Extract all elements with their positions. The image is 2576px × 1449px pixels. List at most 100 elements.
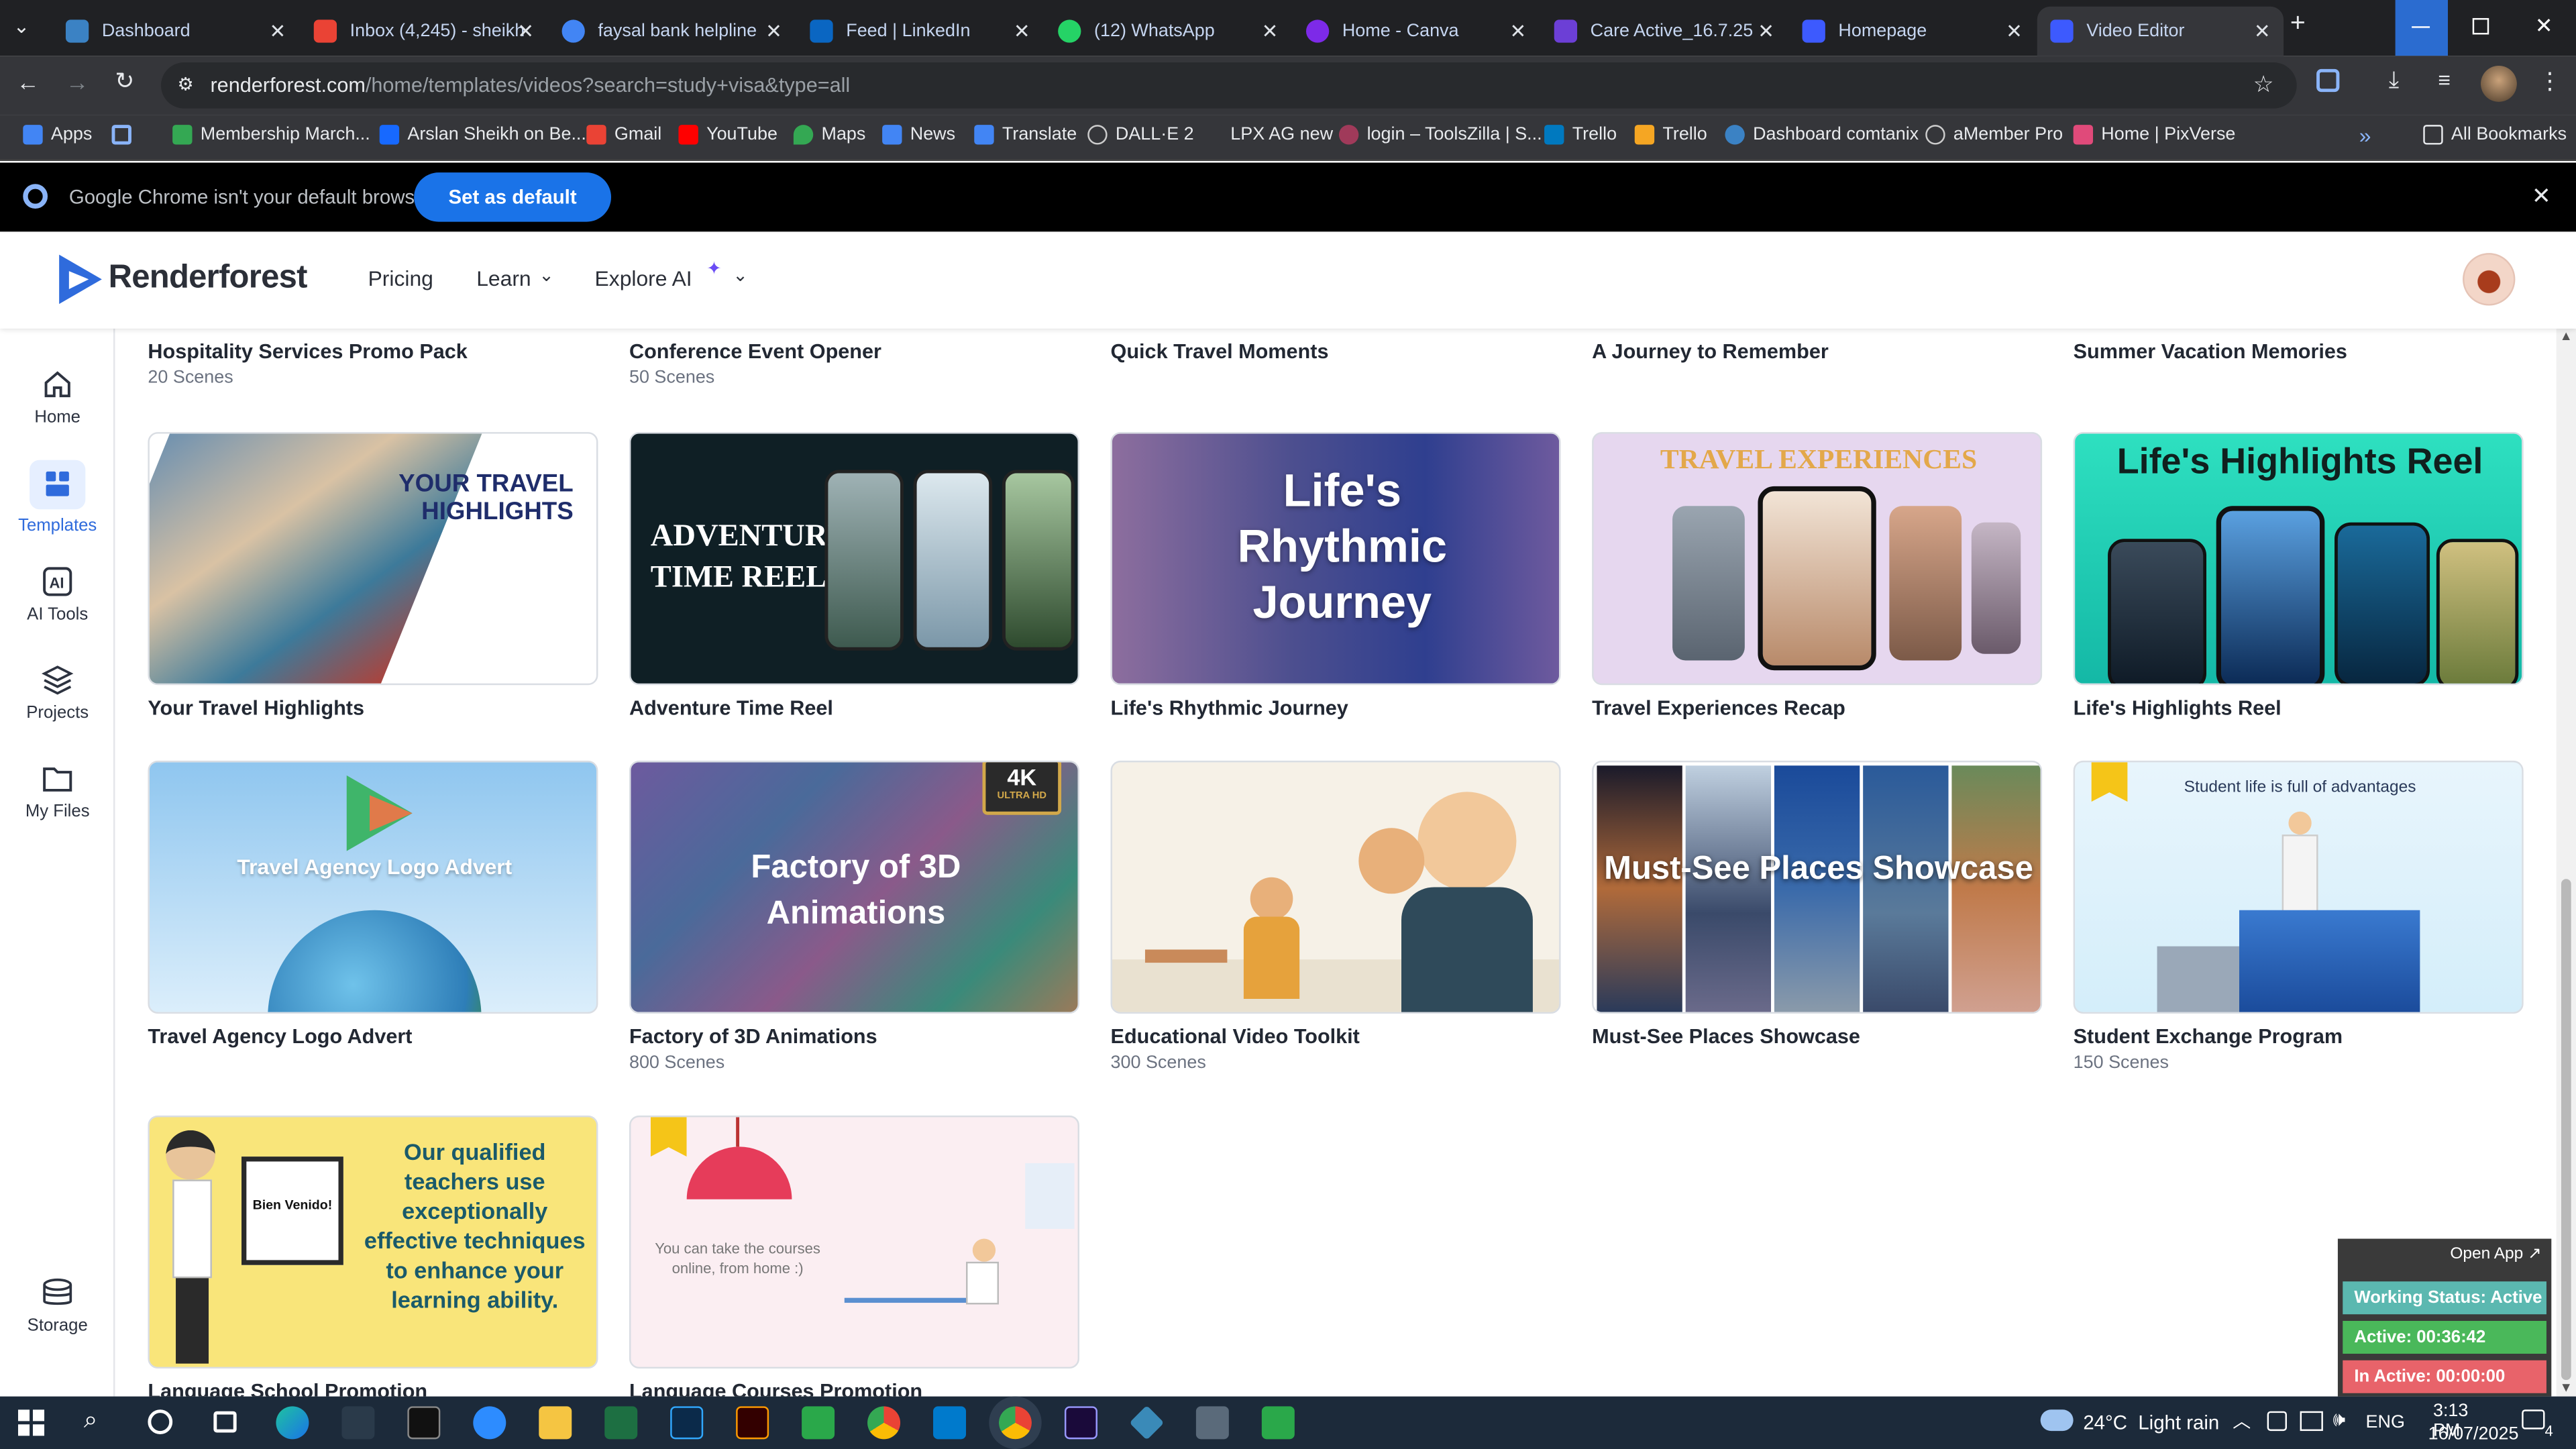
profile-avatar[interactable] [2480, 65, 2517, 102]
scroll-up-arrow-icon[interactable]: ▲ [2560, 329, 2573, 343]
tab-google[interactable]: faysal bank helpline ✕ [549, 7, 795, 56]
zoom-icon[interactable] [473, 1406, 506, 1440]
bookmark-gmail[interactable]: Gmail [586, 125, 661, 145]
close-icon[interactable]: ✕ [517, 19, 534, 42]
minimize-button[interactable] [2395, 0, 2449, 56]
nav-explore-ai[interactable]: Explore AI [595, 266, 692, 291]
bookmark-grid[interactable] [111, 125, 140, 145]
vscode-icon[interactable] [933, 1406, 967, 1440]
green-app-icon[interactable] [1261, 1406, 1295, 1440]
illustrator-icon[interactable] [736, 1406, 769, 1440]
bookmark-translate[interactable]: Translate [974, 125, 1077, 145]
volume-icon[interactable]: 🕪 [2333, 1408, 2346, 1433]
weather-cloud-icon[interactable] [2040, 1409, 2074, 1432]
scroll-down-arrow-icon[interactable]: ▼ [2560, 1380, 2573, 1395]
close-icon[interactable]: ✕ [1758, 19, 1774, 42]
green-app-icon[interactable] [802, 1406, 835, 1440]
template-title[interactable]: A Journey to Remember [1592, 340, 1829, 363]
sidebar-item-storage[interactable]: Storage [0, 1277, 115, 1336]
renderforest-logo-icon[interactable] [56, 252, 105, 307]
sidebar-item-home[interactable]: Home [0, 368, 115, 427]
close-icon[interactable]: ✕ [269, 19, 286, 42]
windows-start-icon[interactable] [17, 1409, 45, 1436]
template-title[interactable]: Language Courses Promotion [629, 1380, 922, 1396]
all-bookmarks[interactable]: All Bookmarks [2423, 125, 2567, 145]
calculator-icon[interactable] [1195, 1406, 1229, 1440]
chrome-active-icon[interactable] [989, 1396, 1042, 1449]
template-thumbnail[interactable]: Student life is full of advantages [2073, 760, 2524, 1014]
tab-whatsapp[interactable]: (12) WhatsApp ✕ [1045, 7, 1291, 56]
address-bar[interactable]: ⚙ renderforest.com/home/templates/videos… [161, 62, 2297, 109]
tab-canva[interactable]: Home - Canva ✕ [1293, 7, 1539, 56]
restore-button[interactable] [2455, 0, 2507, 56]
bookmark-youtube[interactable]: YouTube [678, 125, 777, 145]
forward-arrow-icon[interactable]: → [66, 69, 89, 95]
page-scrollbar[interactable]: ▲ ▼ [2556, 328, 2576, 1397]
template-thumbnail[interactable]: Bien Venido! Our qualified teachers use … [148, 1115, 598, 1369]
template-title[interactable]: Quick Travel Moments [1111, 340, 1329, 363]
close-window-icon[interactable]: ✕ [2535, 13, 2553, 40]
template-thumbnail[interactable]: TRAVEL EXPERIENCES [1592, 432, 2043, 686]
template-title[interactable]: Educational Video Toolkit [1111, 1025, 1360, 1048]
close-icon[interactable]: ✕ [2254, 19, 2271, 42]
pen-app-icon[interactable] [341, 1406, 375, 1440]
chrome-menu-icon[interactable]: ⋮ [2538, 67, 2561, 95]
extensions-icon[interactable] [2316, 68, 2340, 93]
close-icon[interactable]: ✕ [2006, 19, 2023, 42]
meet-icon[interactable] [2267, 1411, 2288, 1432]
close-icon[interactable]: ✕ [2532, 182, 2551, 211]
template-thumbnail[interactable]: ADVENTURE TIME REEL [629, 432, 1079, 686]
user-avatar[interactable] [2463, 253, 2516, 306]
template-thumbnail[interactable]: YOUR TRAVEL HIGHLIGHTS [148, 432, 598, 686]
language-indicator[interactable]: ENG [2366, 1413, 2405, 1432]
sidebar-item-projects[interactable]: Projects [0, 663, 115, 723]
close-icon[interactable]: ✕ [765, 19, 782, 42]
close-icon[interactable]: ✕ [1014, 19, 1030, 42]
bookmark-membership[interactable]: Membership March... [172, 125, 370, 145]
bookmark-star-icon[interactable]: ☆ [2253, 70, 2274, 99]
weather-text[interactable]: 24°C Light rain [2083, 1411, 2219, 1434]
network-icon[interactable] [2300, 1411, 2323, 1432]
bookmark-trello-1[interactable]: Trello [1544, 125, 1617, 145]
template-title[interactable]: Student Exchange Program [2074, 1025, 2343, 1048]
photoshop-icon[interactable] [670, 1406, 704, 1440]
close-icon[interactable]: ✕ [1509, 19, 1526, 42]
nav-pricing[interactable]: Pricing [368, 266, 433, 291]
tab-video-editor[interactable]: Video Editor ✕ [2037, 6, 2284, 56]
app-diamond-icon[interactable] [1129, 1405, 1165, 1440]
chrome-icon[interactable] [867, 1406, 901, 1440]
download-icon[interactable]: ⤓ [2389, 66, 2399, 94]
file-explorer-icon[interactable] [539, 1406, 572, 1440]
new-tab-plus-icon[interactable]: + [2290, 10, 2306, 40]
reload-icon[interactable]: ↻ [115, 67, 134, 95]
site-settings-icon[interactable]: ⚙ [177, 74, 193, 95]
notification-icon[interactable] [2522, 1409, 2545, 1430]
template-title[interactable]: Your Travel Highlights [148, 696, 364, 719]
task-view-icon[interactable] [213, 1411, 237, 1433]
tray-chevron-icon[interactable]: ︿ [2233, 1408, 2251, 1434]
terminal-icon[interactable] [407, 1406, 441, 1440]
template-title[interactable]: Life's Highlights Reel [2074, 696, 2282, 719]
edge-icon[interactable] [276, 1406, 309, 1440]
template-title[interactable]: Language School Promotion [148, 1380, 427, 1396]
back-arrow-icon[interactable]: ← [16, 69, 39, 95]
sidebar-item-my-files[interactable]: My Files [0, 762, 115, 822]
bookmark-dalle[interactable]: DALL·E 2 [1087, 125, 1194, 145]
sidebar-item-ai-tools[interactable]: AI AI Tools [0, 565, 115, 625]
template-thumbnail[interactable]: Factory of 3D Animations 4K ULTRA HD [629, 760, 1079, 1014]
cortana-icon[interactable] [148, 1409, 173, 1434]
search-icon[interactable]: ⌕ [84, 1406, 98, 1434]
bookmark-maps[interactable]: Maps [793, 125, 865, 145]
tab-linkedin[interactable]: Feed | LinkedIn ✕ [797, 7, 1043, 56]
bookmark-toolszilla[interactable]: login – ToolsZilla | S... [1338, 125, 1542, 145]
bookmark-behance[interactable]: Arslan Sheikh on Be... [379, 125, 586, 145]
tab-homepage[interactable]: Homepage ✕ [1789, 7, 2035, 56]
template-thumbnail[interactable] [1110, 760, 1561, 1014]
tab-gmail[interactable]: Inbox (4,245) - sheikh ✕ [301, 7, 547, 56]
bookmark-trello-2[interactable]: Trello [1634, 125, 1707, 145]
template-title[interactable]: Adventure Time Reel [629, 696, 833, 719]
tab-search-icon[interactable]: ⌄ [13, 15, 30, 38]
set-as-default-button[interactable]: Set as default [414, 172, 612, 222]
template-title[interactable]: Life's Rhythmic Journey [1111, 696, 1348, 719]
template-thumbnail[interactable]: Life's Highlights Reel [2073, 432, 2524, 686]
